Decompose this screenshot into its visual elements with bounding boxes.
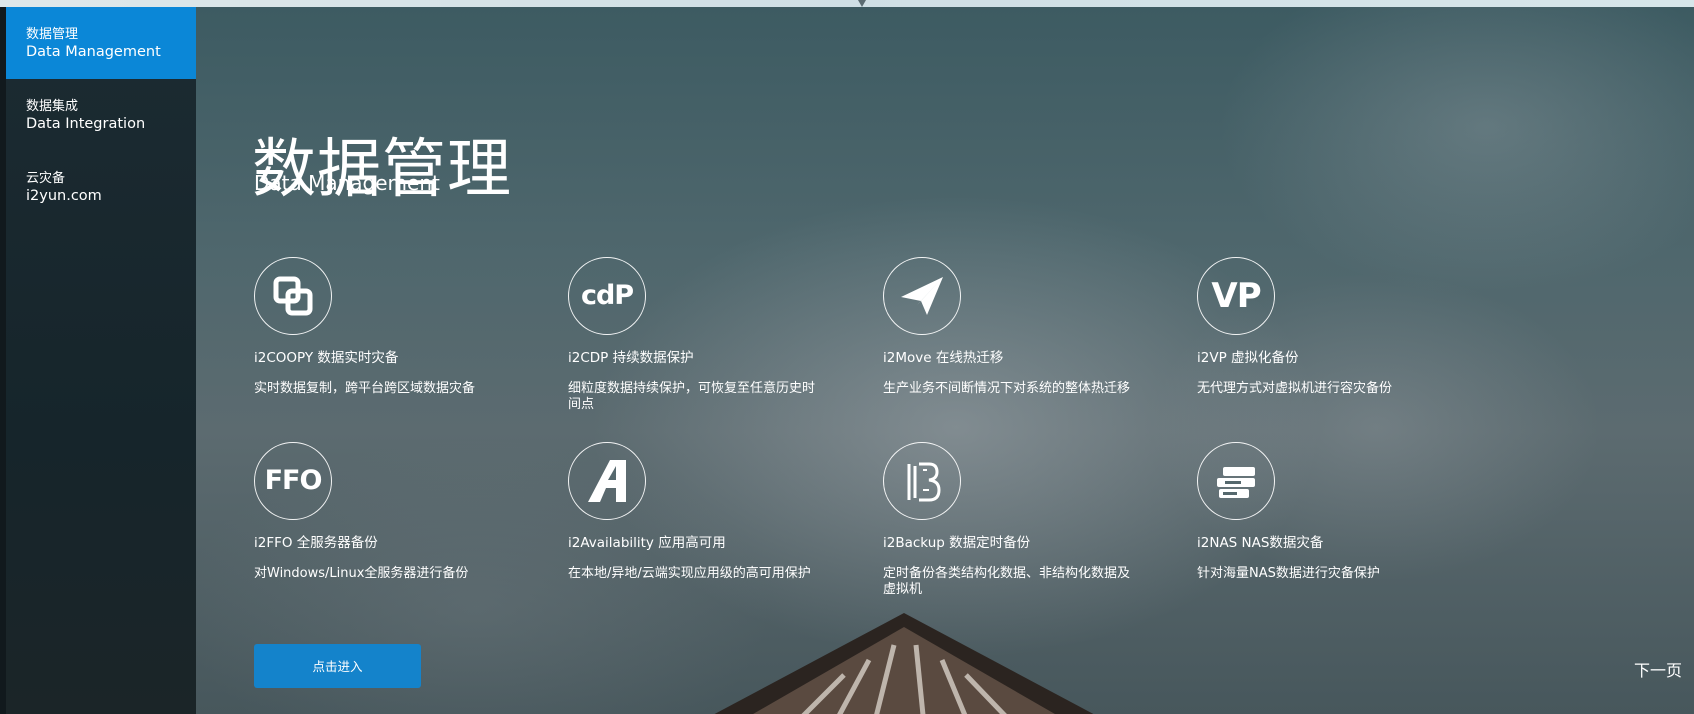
product-card-i2backup[interactable]: i2Backup 数据定时备份 定时备份各类结构化数据、非结构化数据及虚拟机 <box>883 442 1163 602</box>
product-name: i2Availability 应用高可用 <box>568 535 726 551</box>
ffo-icon-label: FFO <box>264 465 323 496</box>
product-name: i2COOPY 数据实时灾备 <box>254 350 399 366</box>
hero-section: 数据管理 Data Management i2COOPY 数据实时灾备 实时数据… <box>196 7 1694 714</box>
backup-b-icon <box>883 442 961 520</box>
sidebar-item-label-cn: 数据集成 <box>26 99 79 114</box>
availability-a-icon <box>568 442 646 520</box>
paper-plane-icon <box>883 257 961 335</box>
sidebar-item-cloud-dr[interactable]: 云灾备 i2yun.com <box>6 151 196 223</box>
cdp-icon: cdP <box>568 257 646 335</box>
vp-icon-label: VP <box>1211 276 1261 316</box>
page-subtitle: Data Management <box>254 171 440 195</box>
top-notch <box>858 0 866 7</box>
product-name: i2VP 虚拟化备份 <box>1197 350 1299 366</box>
product-name: i2Move 在线热迁移 <box>883 350 1004 366</box>
product-desc: 定时备份各类结构化数据、非结构化数据及虚拟机 <box>883 566 1131 597</box>
product-card-i2ffo[interactable]: FFO i2FFO 全服务器备份 对Windows/Linux全服务器进行备份 <box>254 442 534 602</box>
sidebar-item-data-management[interactable]: 数据管理 Data Management <box>6 7 196 79</box>
product-name: i2NAS NAS数据灾备 <box>1197 535 1324 551</box>
product-desc: 细粒度数据持续保护，可恢复至任意历史时间点 <box>568 381 816 412</box>
product-desc: 在本地/异地/云端实现应用级的高可用保护 <box>568 566 811 581</box>
product-card-i2availability[interactable]: i2Availability 应用高可用 在本地/异地/云端实现应用级的高可用保… <box>568 442 848 602</box>
product-desc: 对Windows/Linux全服务器进行备份 <box>254 566 469 581</box>
product-name: i2FFO 全服务器备份 <box>254 535 378 551</box>
sidebar-item-label-en: Data Management <box>26 44 161 60</box>
product-card-i2coopy[interactable]: i2COOPY 数据实时灾备 实时数据复制，跨平台跨区域数据灾备 <box>254 257 534 417</box>
product-card-i2nas[interactable]: i2NAS NAS数据灾备 针对海量NAS数据进行灾备保护 <box>1197 442 1477 602</box>
product-name: i2CDP 持续数据保护 <box>568 350 694 366</box>
vp-icon: VP <box>1197 257 1275 335</box>
sidebar-item-label-en: Data Integration <box>26 116 146 132</box>
product-desc: 实时数据复制，跨平台跨区域数据灾备 <box>254 381 476 396</box>
next-page-link[interactable]: 下一页 <box>1634 661 1682 681</box>
building-silhouette <box>714 613 1094 714</box>
sidebar-item-label-cn: 云灾备 <box>26 171 66 186</box>
product-card-i2vp[interactable]: VP i2VP 虚拟化备份 无代理方式对虚拟机进行容灾备份 <box>1197 257 1477 417</box>
product-card-i2cdp[interactable]: cdP i2CDP 持续数据保护 细粒度数据持续保护，可恢复至任意历史时间点 <box>568 257 848 417</box>
linked-squares-icon <box>254 257 332 335</box>
product-card-i2move[interactable]: i2Move 在线热迁移 生产业务不间断情况下对系统的整体热迁移 <box>883 257 1163 417</box>
sidebar-item-label-cn: 数据管理 <box>26 27 79 42</box>
sidebar-item-data-integration[interactable]: 数据集成 Data Integration <box>6 79 196 151</box>
cdp-icon-label: cdP <box>580 280 634 311</box>
top-strip <box>0 0 1694 7</box>
sidebar: 数据管理 Data Management 数据集成 Data Integrati… <box>0 7 196 714</box>
nas-storage-icon <box>1197 442 1275 520</box>
product-name: i2Backup 数据定时备份 <box>883 535 1031 551</box>
product-desc: 无代理方式对虚拟机进行容灾备份 <box>1197 381 1393 396</box>
ffo-icon: FFO <box>254 442 332 520</box>
sidebar-item-label-en: i2yun.com <box>26 188 102 204</box>
enter-button[interactable]: 点击进入 <box>254 644 421 688</box>
product-desc: 生产业务不间断情况下对系统的整体热迁移 <box>883 381 1131 396</box>
product-desc: 针对海量NAS数据进行灾备保护 <box>1197 566 1380 581</box>
